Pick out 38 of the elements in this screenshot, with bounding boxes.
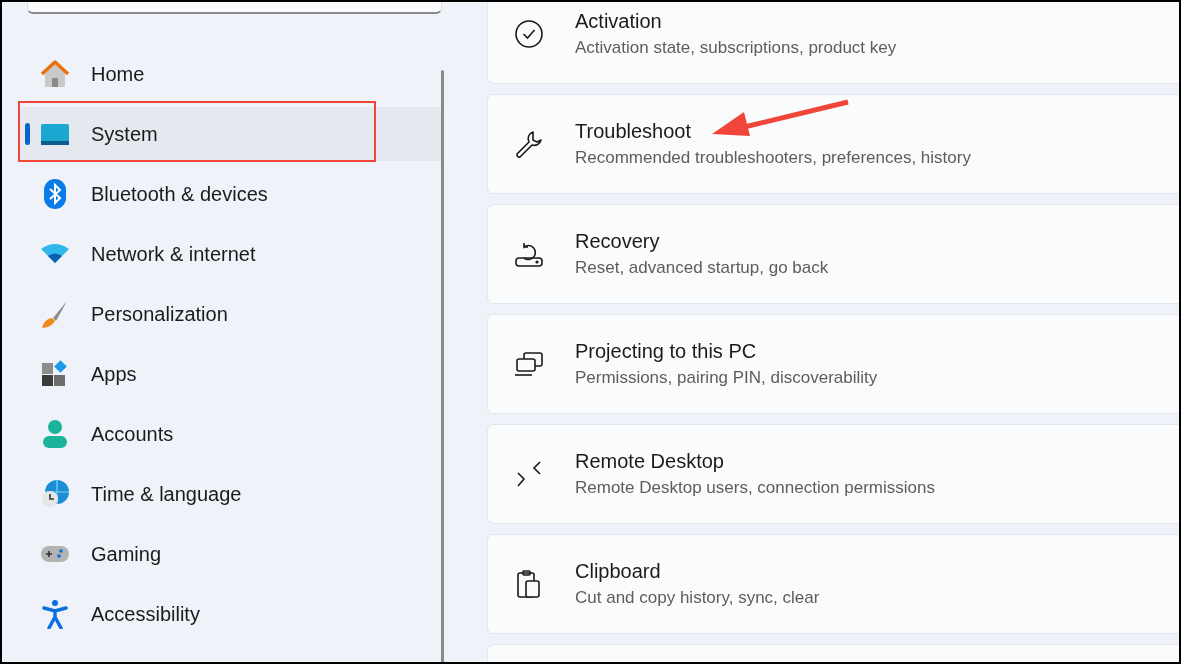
settings-card[interactable]: Remote Desktop Remote Desktop users, connection permissions xyxy=(487,424,1179,524)
setting-title: Clipboard xyxy=(575,560,662,583)
setting-title: Projecting to this PC xyxy=(575,340,758,363)
scrollbar[interactable] xyxy=(441,70,444,662)
nav-item[interactable]: Gaming xyxy=(18,527,443,581)
remote-desktop-icon xyxy=(514,459,544,489)
setting-description: Activation state, subscriptions, product key xyxy=(575,38,897,58)
nav-item[interactable]: Personalization xyxy=(18,287,443,341)
settings-card[interactable]: Projecting to this PC Permissions, pairing PIN, discoverability xyxy=(487,314,1179,414)
nav-item[interactable]: Time & language xyxy=(18,467,443,521)
setting-description: Cut and copy history, sync, clear xyxy=(575,588,820,608)
setting-description: Recommended troubleshooters, preferences, history xyxy=(575,148,971,168)
checkmark-circle-icon xyxy=(514,19,544,49)
nav-item[interactable]: Apps xyxy=(18,347,443,401)
nav-item[interactable]: Home xyxy=(18,47,443,101)
house-icon xyxy=(40,59,70,89)
setting-description: Permissions, pairing PIN, discoverability xyxy=(575,368,878,388)
accessibility-icon xyxy=(40,599,70,629)
settings-card[interactable]: Clipboard Cut and copy history, sync, clear xyxy=(487,534,1179,634)
setting-title: Remote Desktop xyxy=(575,450,725,473)
nav-item[interactable]: System xyxy=(18,107,443,161)
setting-title: Recovery xyxy=(575,230,661,253)
setting-description: Remote Desktop users, connection permissions xyxy=(575,478,935,498)
nav-item[interactable]: Accessibility xyxy=(18,587,443,641)
setting-title: Troubleshoot xyxy=(575,120,692,143)
nav-item[interactable]: Accounts xyxy=(18,407,443,461)
settings-card[interactable]: Recovery Reset, advanced startup, go back xyxy=(487,204,1179,304)
settings-card[interactable]: Activation Activation state, subscriptions, product key xyxy=(487,2,1179,84)
nav-item[interactable]: Bluetooth & devices xyxy=(18,167,443,221)
settings-card[interactable]: Troubleshoot Recommended troubleshooters, preferences, history xyxy=(487,94,1179,194)
globe-clock-icon xyxy=(40,479,70,509)
nav-item[interactable]: Network & internet xyxy=(18,227,443,281)
person-icon xyxy=(40,419,70,449)
setting-description: Reset, advanced startup, go back xyxy=(575,258,829,278)
monitors-icon xyxy=(514,349,544,379)
wrench-icon xyxy=(514,129,544,159)
apps-icon xyxy=(40,359,70,389)
setting-title: Activation xyxy=(575,10,663,33)
